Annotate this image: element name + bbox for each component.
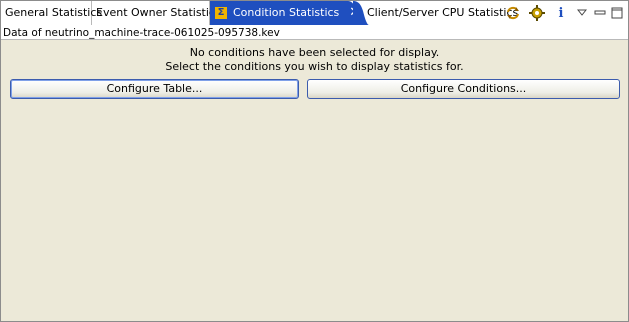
tab-label: General Statistics (5, 6, 103, 19)
tab-condition-statistics[interactable]: ΣCondition Statistics✕ (210, 1, 360, 25)
trace-file-label: Data of neutrino_machine-trace-061025-09… (1, 26, 628, 40)
statistics-view: General Statistics Event Owner Statistic… (0, 0, 629, 322)
tab-event-owner-statistics[interactable]: Event Owner Statistics (92, 1, 221, 25)
tab-client-server-cpu-statistics[interactable]: Client/Server CPU Statistics (363, 1, 518, 25)
tab-general-statistics[interactable]: General Statistics (1, 1, 102, 25)
info-icon[interactable]: i (553, 5, 569, 21)
sigma-icon: Σ (215, 7, 227, 19)
view-menu-icon[interactable] (574, 5, 590, 21)
gear-icon[interactable] (529, 5, 545, 21)
sync-icon[interactable] (505, 5, 521, 21)
tab-label: Condition Statistics (233, 6, 340, 19)
maximize-icon[interactable] (609, 5, 625, 21)
tab-strip: General Statistics Event Owner Statistic… (1, 1, 628, 26)
tab-label: Client/Server CPU Statistics (367, 6, 519, 19)
no-conditions-message: No conditions have been selected for dis… (189, 46, 440, 59)
configure-conditions-button[interactable]: Configure Conditions... (307, 79, 620, 99)
configure-table-button[interactable]: Configure Table... (10, 79, 299, 99)
minimize-icon[interactable] (592, 5, 608, 21)
select-conditions-hint: Select the conditions you wish to displa… (165, 60, 464, 73)
tab-label: Event Owner Statistics (96, 6, 221, 19)
